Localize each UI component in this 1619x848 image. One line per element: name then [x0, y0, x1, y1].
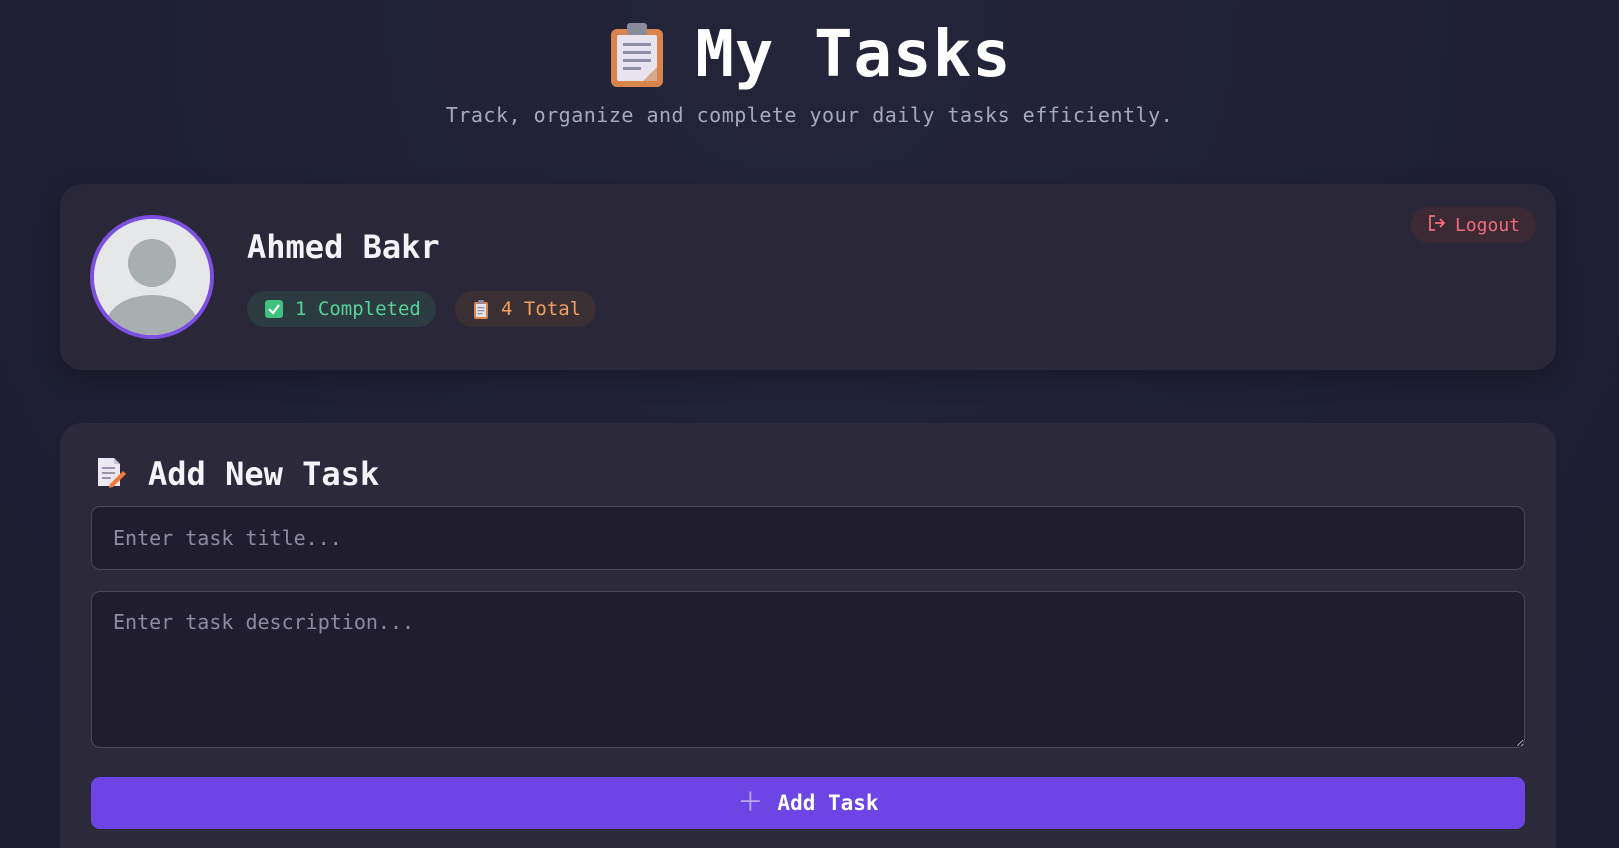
memo-icon — [96, 456, 126, 492]
completed-badge: 1 Completed — [247, 291, 436, 327]
page-subtitle: Track, organize and complete your daily … — [445, 103, 1174, 127]
task-description-input[interactable] — [91, 591, 1525, 748]
header: My Tasks Track, organize and complete yo… — [0, 18, 1619, 127]
add-task-button[interactable]: ＋ Add Task — [91, 777, 1525, 829]
clipboard-icon — [607, 21, 667, 89]
avatar — [90, 215, 214, 339]
user-name: Ahmed Bakr — [247, 228, 440, 266]
task-title-input[interactable] — [91, 506, 1525, 570]
profile-card: Ahmed Bakr 1 Completed 4 Total Logout — [60, 184, 1556, 370]
title-row: My Tasks — [607, 18, 1011, 92]
plus-icon: ＋ — [737, 788, 764, 818]
page-title: My Tasks — [695, 18, 1012, 92]
check-box-icon — [265, 300, 283, 318]
add-task-card: Add New Task ＋ Add Task — [60, 423, 1556, 848]
logout-icon — [1427, 213, 1447, 238]
page: My Tasks Track, organize and complete yo… — [0, 0, 1619, 848]
add-task-title: Add New Task — [148, 455, 380, 493]
total-badge: 4 Total — [455, 291, 597, 327]
clipboard-icon — [473, 299, 489, 319]
completed-count-label: 1 Completed — [295, 298, 421, 320]
add-task-button-label: Add Task — [777, 791, 879, 815]
logout-label: Logout — [1454, 214, 1520, 236]
total-count-label: 4 Total — [501, 298, 582, 320]
logout-button[interactable]: Logout — [1410, 207, 1536, 243]
add-task-heading: Add New Task — [96, 455, 379, 493]
